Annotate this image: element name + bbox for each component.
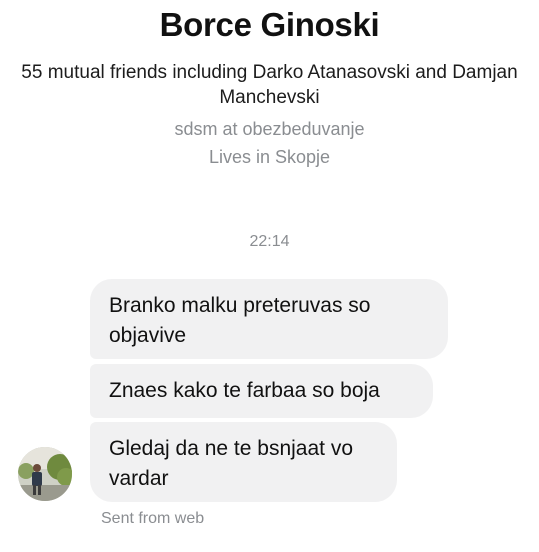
- profile-location: Lives in Skopje: [208, 147, 331, 167]
- profile-name[interactable]: Borce Ginoski: [0, 6, 539, 44]
- message-text: Gledaj da ne te bsnjaat vo vardar: [109, 437, 354, 490]
- mutual-friends-text: 55 mutual friends including Darko Atanas…: [21, 62, 518, 108]
- sent-from-label: Sent from web: [101, 510, 205, 527]
- message-bubble[interactable]: Znaes kako te farbaa so boja: [90, 364, 433, 418]
- message-bubble[interactable]: Branko malku preteruvas so objavive: [90, 279, 448, 359]
- message-timestamp: 22:14: [249, 233, 290, 250]
- avatar-photo-icon: [18, 447, 72, 501]
- message-text: Branko malku preteruvas so objavive: [109, 294, 371, 347]
- message-bubble[interactable]: Gledaj da ne te bsnjaat vo vardar: [90, 422, 397, 502]
- sender-avatar[interactable]: [18, 447, 72, 501]
- message-text: Znaes kako te farbaa so boja: [109, 379, 380, 402]
- profile-work: sdsm at obezbeduvanje: [174, 119, 365, 139]
